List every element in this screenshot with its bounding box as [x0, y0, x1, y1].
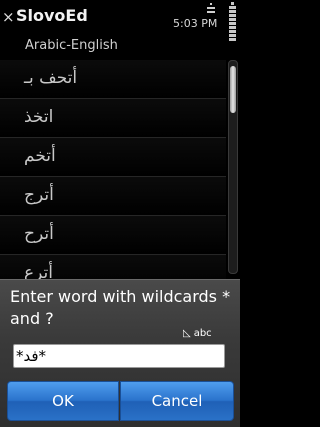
status-bar: × SlovoEd 5:03 PM — [0, 0, 240, 41]
word-list: أتحف بـ اتخذ أتخم أترج أترح أترع — [0, 60, 226, 294]
app-title: SlovoEd — [16, 6, 88, 25]
list-item[interactable]: أترح — [0, 216, 226, 255]
input-mode-indicator: ◺ abc — [183, 328, 212, 339]
list-item[interactable]: أتخم — [0, 138, 226, 177]
options-icon[interactable] — [205, 1, 217, 15]
cancel-button[interactable]: Cancel — [120, 381, 234, 421]
list-item-label: اتخذ — [24, 107, 54, 127]
input-mode-label: abc — [193, 328, 212, 339]
close-icon[interactable]: × — [2, 9, 15, 25]
scrollbar-thumb[interactable] — [230, 66, 236, 113]
dictionary-name: Arabic-English — [25, 38, 118, 53]
pen-input-icon: ◺ — [183, 328, 191, 339]
list-item[interactable]: أترج — [0, 177, 226, 216]
scrollbar[interactable] — [228, 60, 238, 274]
list-item[interactable]: أتحف بـ — [0, 60, 226, 99]
dialog-title: Enter word with wildcards * and ? — [10, 287, 231, 328]
wildcard-dialog: Enter word with wildcards * and ? ◺ abc *… — [0, 279, 240, 427]
battery-icon — [229, 2, 237, 44]
wildcard-input-value: *فد* — [16, 347, 47, 365]
list-item[interactable]: اتخذ — [0, 99, 226, 138]
ok-button[interactable]: OK — [7, 381, 119, 421]
list-item-label: أترح — [24, 224, 54, 244]
list-item-label: أتخم — [24, 146, 56, 166]
list-item-label: أترج — [24, 185, 54, 205]
wildcard-input[interactable]: *فد* — [13, 344, 225, 368]
dialog-buttons: OK Cancel — [7, 381, 234, 421]
clock: 5:03 PM — [173, 17, 218, 30]
list-item-label: أتحف بـ — [24, 68, 78, 88]
